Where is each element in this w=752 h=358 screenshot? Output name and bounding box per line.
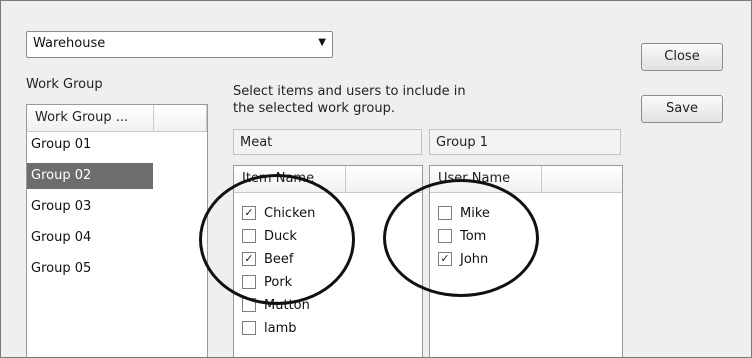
user-row[interactable]: ✓ John: [438, 249, 488, 271]
work-group-list[interactable]: Work Group ... Group 01 Group 02 Group 03 G…: [26, 104, 208, 357]
instructions-line-1: Select items and users to include in: [233, 84, 466, 99]
user-name-list[interactable]: User Name Mike Tom ✓ John: [429, 165, 623, 357]
selected-group-field: Group 1: [429, 129, 621, 155]
work-group-item[interactable]: Group 01: [27, 132, 201, 158]
work-group-column-header[interactable]: Work Group ...: [27, 105, 154, 132]
work-group-label: Work Group: [26, 77, 103, 92]
item-row[interactable]: ✓ Beef: [242, 249, 294, 271]
user-column-header-spacer: [542, 166, 622, 193]
item-list-header: Item Name: [234, 166, 422, 193]
checkbox[interactable]: [438, 228, 452, 243]
item-row[interactable]: Duck: [242, 226, 297, 248]
item-row[interactable]: Pork: [242, 272, 292, 294]
user-label: Mike: [460, 206, 490, 221]
item-name-column-header[interactable]: Item Name: [234, 166, 346, 193]
user-label: John: [460, 252, 489, 267]
item-label: Mutton: [264, 298, 310, 313]
item-label: Pork: [264, 275, 293, 290]
user-row[interactable]: Tom: [438, 226, 486, 248]
checkbox[interactable]: [242, 297, 256, 312]
instructions-line-2: the selected work group.: [233, 101, 395, 116]
checkbox[interactable]: [242, 274, 256, 289]
checkbox[interactable]: ✓: [242, 205, 256, 220]
checkbox[interactable]: [242, 228, 256, 243]
item-column-header-spacer: [346, 166, 422, 193]
user-list-header: User Name: [430, 166, 622, 193]
item-label: lamb: [264, 321, 297, 336]
checkbox[interactable]: ✓: [242, 251, 256, 266]
item-label: Chicken: [264, 206, 316, 221]
warehouse-dropdown[interactable]: Warehouse ▼: [26, 31, 333, 58]
item-name-list[interactable]: Item Name ✓ Chicken Duck ✓ Beef Pork Mutton lam…: [233, 165, 423, 357]
work-group-item[interactable]: Group 04: [27, 225, 201, 251]
checkbox[interactable]: ✓: [438, 251, 452, 266]
save-button[interactable]: Save: [641, 95, 723, 123]
work-group-list-header: Work Group ...: [27, 105, 207, 132]
user-label: Tom: [460, 229, 487, 244]
work-group-item[interactable]: Group 05: [27, 256, 201, 282]
check-mark-icon: ✓: [244, 251, 254, 265]
work-group-item[interactable]: Group 02: [27, 163, 153, 189]
selected-category-field: Meat: [233, 129, 422, 155]
work-group-column-header-spacer: [154, 105, 207, 132]
check-mark-icon: ✓: [440, 251, 450, 265]
chevron-down-icon: ▼: [318, 37, 326, 48]
close-button[interactable]: Close: [641, 43, 723, 71]
item-label: Beef: [264, 252, 294, 267]
check-mark-icon: ✓: [244, 205, 254, 219]
item-row[interactable]: ✓ Chicken: [242, 203, 315, 225]
item-row[interactable]: lamb: [242, 318, 297, 340]
item-row[interactable]: Mutton: [242, 295, 310, 317]
warehouse-dropdown-value: Warehouse: [33, 36, 106, 51]
user-row[interactable]: Mike: [438, 203, 490, 225]
checkbox[interactable]: [242, 320, 256, 335]
checkbox[interactable]: [438, 205, 452, 220]
work-group-dialog: Warehouse ▼ Work Group Work Group ... Gr…: [0, 0, 752, 358]
work-group-item[interactable]: Group 03: [27, 194, 201, 220]
item-label: Duck: [264, 229, 297, 244]
user-name-column-header[interactable]: User Name: [430, 166, 542, 193]
